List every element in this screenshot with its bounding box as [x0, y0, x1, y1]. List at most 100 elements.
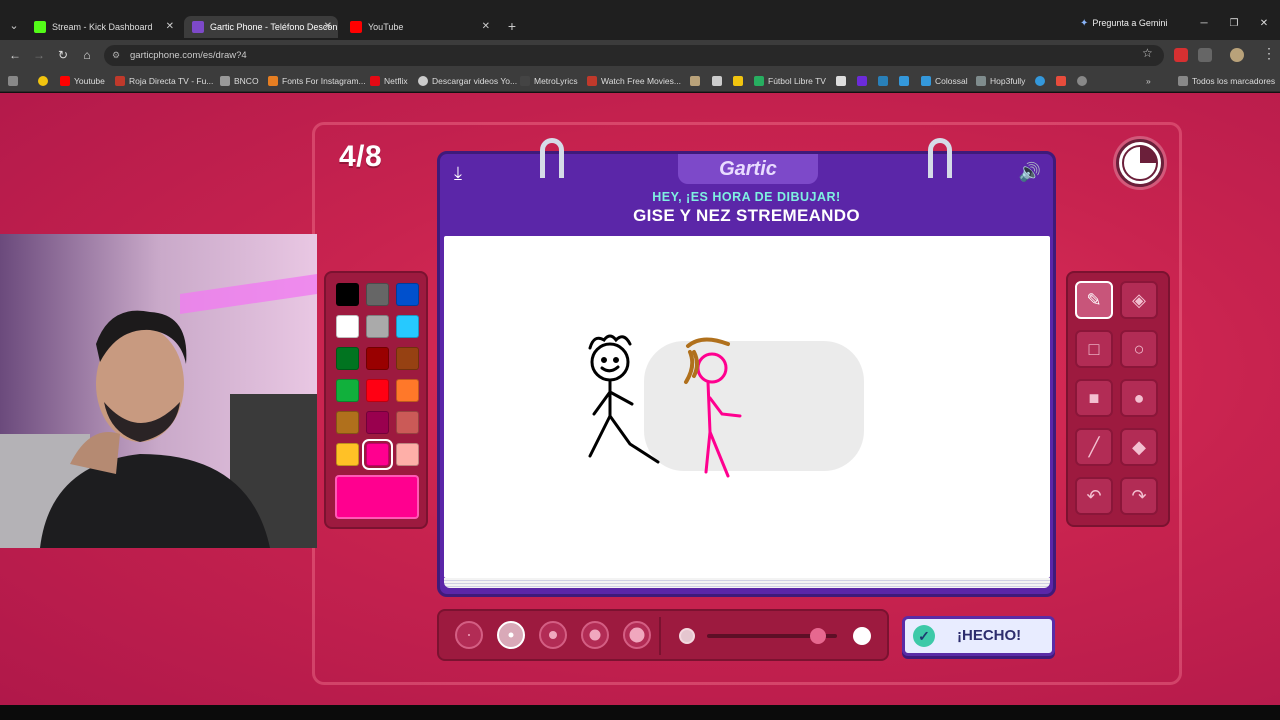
bookmark-fonts[interactable]: Fonts For Instagram...	[268, 74, 366, 88]
color-swatch[interactable]	[366, 315, 389, 338]
pencil-tool[interactable]: ✎	[1075, 281, 1113, 319]
undo-tool[interactable]: ↶	[1075, 477, 1113, 515]
colossal-icon	[921, 76, 931, 86]
bookmark-futbol-libre[interactable]: Fútbol Libre TV	[754, 74, 826, 88]
circle-outline-tool[interactable]: ○	[1120, 330, 1158, 368]
brush-size-4[interactable]	[581, 621, 609, 649]
bookmark-watch-free-movies[interactable]: Watch Free Movies...	[587, 74, 681, 88]
color-swatch[interactable]	[366, 283, 389, 306]
color-swatch[interactable]	[396, 379, 419, 402]
color-swatch[interactable]	[336, 411, 359, 434]
sound-icon[interactable]: 🔊	[1019, 162, 1041, 183]
extensions-puzzle-icon[interactable]	[1198, 48, 1212, 62]
bookmark-metrolyrics[interactable]: MetroLyrics	[520, 74, 578, 88]
square-fill-icon: ■	[1088, 388, 1100, 408]
tab-kick-dashboard[interactable]: Stream - Kick Dashboard ✕	[26, 16, 180, 38]
download-icon[interactable]: ⤓	[454, 163, 462, 184]
brush-size-3[interactable]	[539, 621, 567, 649]
tab-gartic-phone[interactable]: Gartic Phone - Teléfono Descon ✕	[184, 16, 338, 38]
fill-bucket-tool[interactable]: ◆	[1120, 428, 1158, 466]
new-tab-button[interactable]: +	[503, 17, 521, 35]
color-swatch[interactable]	[396, 315, 419, 338]
restore-icon[interactable]: ❐	[1224, 18, 1244, 29]
color-swatch[interactable]	[366, 411, 389, 434]
back-icon[interactable]: ←	[6, 46, 24, 64]
circle-fill-tool[interactable]: ●	[1120, 379, 1158, 417]
site-info-icon[interactable]: ⚙	[112, 45, 120, 66]
more-bookmarks-icon[interactable]: »	[1146, 74, 1151, 88]
line-tool[interactable]: ╱	[1075, 428, 1113, 466]
color-swatch[interactable]	[336, 347, 359, 370]
bookmark-icon-only[interactable]	[690, 76, 700, 86]
color-swatch[interactable]	[366, 379, 389, 402]
drawing	[588, 334, 864, 478]
home-icon[interactable]: ⌂	[78, 46, 96, 64]
close-tab-icon[interactable]: ✕	[166, 16, 174, 38]
color-swatch[interactable]	[362, 439, 393, 470]
brush-size-1[interactable]	[455, 621, 483, 649]
forward-icon[interactable]: →	[30, 46, 48, 64]
eraser-tool[interactable]: ◈	[1120, 281, 1158, 319]
bookmark-youtube[interactable]: Youtube	[60, 74, 105, 88]
bookmark-star-icon[interactable]: ☆	[1142, 46, 1153, 60]
bookmark-icon-only[interactable]	[712, 76, 722, 86]
bookmark-label: Watch Free Movies...	[601, 76, 681, 86]
close-tab-icon[interactable]: ✕	[482, 16, 490, 38]
color-swatch[interactable]	[336, 379, 359, 402]
color-swatch[interactable]	[396, 283, 419, 306]
tab-title: YouTube	[368, 22, 404, 32]
bookmark-icon-only[interactable]	[836, 76, 846, 86]
url-text: garticphone.com/es/draw?4	[130, 50, 247, 61]
bookmark-icon-only[interactable]	[733, 76, 743, 86]
opacity-slider-handle[interactable]	[809, 628, 826, 644]
bookmark-descargar-videos[interactable]: Descargar videos Yo...	[418, 74, 517, 88]
apps-grid-icon[interactable]	[8, 76, 18, 86]
drawing-canvas[interactable]	[444, 236, 1050, 578]
brush-size-5[interactable]	[623, 621, 651, 649]
color-swatch[interactable]	[396, 411, 419, 434]
profile-avatar[interactable]	[1230, 48, 1244, 62]
all-bookmarks-folder[interactable]: Todos los marcadores	[1178, 74, 1275, 88]
size-dot	[508, 632, 514, 638]
extension-icon[interactable]	[1174, 48, 1188, 62]
round-counter: 4/8	[339, 140, 383, 173]
color-swatch[interactable]	[396, 347, 419, 370]
futbol-libre-icon	[754, 76, 764, 86]
bookmark-label: Colossal	[935, 76, 968, 86]
close-window-icon[interactable]: ✕	[1254, 18, 1274, 29]
bookmark-icon-only[interactable]	[878, 76, 888, 86]
yahoo-icon[interactable]	[857, 76, 867, 86]
bookmark-roja-directa[interactable]: Roja Directa TV - Fu...	[115, 74, 213, 88]
bookmark-colossal[interactable]: Colossal	[921, 74, 968, 88]
done-button[interactable]: ✓ ¡HECHO!	[902, 616, 1055, 656]
tab-youtube[interactable]: YouTube ✕	[342, 16, 496, 38]
bookmark-netflix[interactable]: Netflix	[370, 74, 408, 88]
tab-search-icon[interactable]: ⌄	[4, 16, 24, 36]
bookmark-bnco[interactable]: BNCO	[220, 74, 259, 88]
square-outline-tool[interactable]: □	[1075, 330, 1113, 368]
redo-tool[interactable]: ↷	[1120, 477, 1158, 515]
color-swatch[interactable]	[366, 347, 389, 370]
gemini-button[interactable]: ✦ Pregunta a Gemini	[1080, 18, 1167, 29]
globe-icon[interactable]	[1077, 76, 1087, 86]
color-swatch[interactable]	[396, 443, 419, 466]
url-input[interactable]: ⚙ garticphone.com/es/draw?4	[104, 45, 1164, 66]
gemini-label: Pregunta a Gemini	[1092, 18, 1168, 28]
bookmark-icon-only[interactable]	[1035, 76, 1045, 86]
microsoft-icon[interactable]	[1056, 76, 1066, 86]
reload-icon[interactable]: ↻	[54, 46, 72, 64]
color-swatch[interactable]	[336, 315, 359, 338]
brush-size-2[interactable]	[497, 621, 525, 649]
bookmark-label: Roja Directa TV - Fu...	[129, 76, 214, 86]
close-tab-icon[interactable]: ✕	[324, 16, 332, 38]
bookmark-hop3fully[interactable]: Hop3fully	[976, 74, 1025, 88]
bookmark-icon-only[interactable]	[899, 76, 909, 86]
menu-dots-icon[interactable]: ⋮	[1262, 45, 1276, 62]
opacity-min-icon	[679, 628, 695, 644]
square-fill-tool[interactable]: ■	[1075, 379, 1113, 417]
color-swatch[interactable]	[336, 443, 359, 466]
emoji-bookmark-icon[interactable]	[38, 76, 48, 86]
color-swatch[interactable]	[336, 283, 359, 306]
bookmark-label: Netflix	[384, 76, 408, 86]
minimize-icon[interactable]: ─	[1194, 18, 1214, 29]
